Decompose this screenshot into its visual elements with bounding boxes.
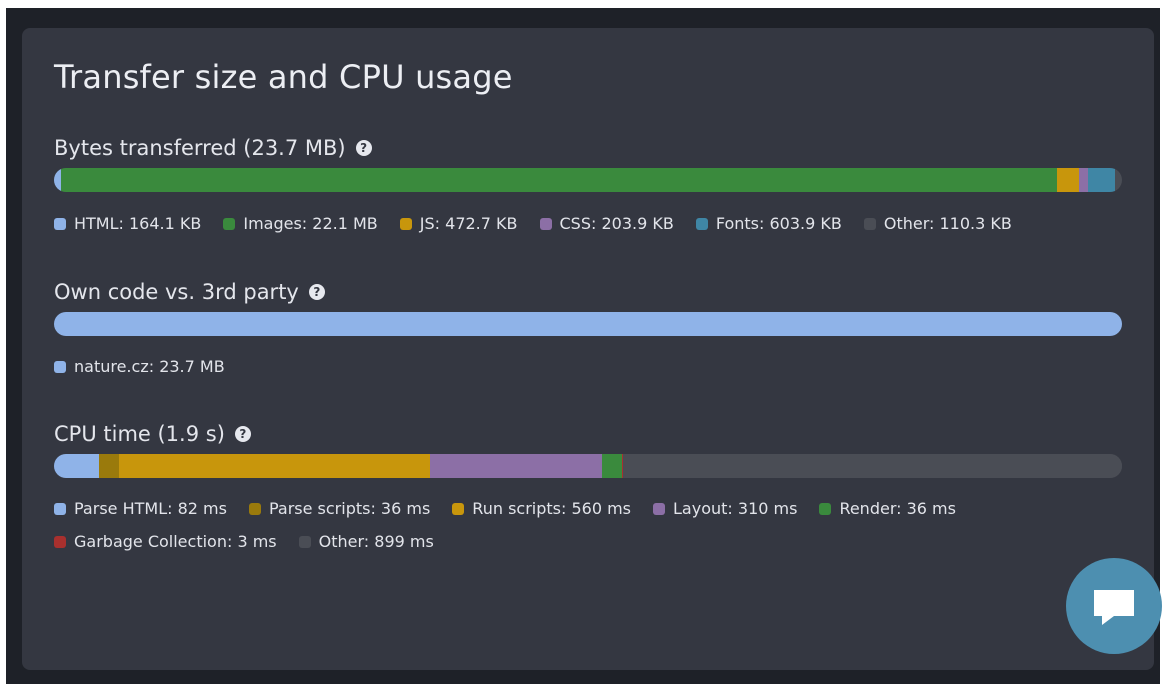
legend-text: Other: 110.3 KB: [883, 214, 1012, 233]
legend-swatch: [653, 502, 666, 515]
bytes-bar-segment: [61, 168, 1058, 192]
legend-text: Layout: 310 ms: [673, 499, 798, 518]
stats-card: [22, 28, 1154, 670]
legend-swatch: [695, 217, 708, 230]
bytes-bar-segment: [1057, 168, 1079, 192]
question-circle-icon[interactable]: ?: [355, 140, 372, 156]
card-title: Transfer size and CPU usage: [54, 58, 513, 96]
legend-text: CSS: 203.9 KB: [559, 214, 674, 233]
legend-text: Images: 22.1 MB: [243, 214, 378, 233]
legend-text: Parse scripts: 36 ms: [268, 499, 431, 518]
legend-swatch: [54, 360, 66, 373]
bytes-section-label: Bytes transferred (23.7 MB) ?: [54, 136, 372, 160]
bytes-legend-item: Images: 22.1 MB: [223, 214, 378, 233]
party-bar: [54, 312, 1122, 336]
bytes-bar-segment: [1087, 168, 1115, 192]
bytes-legend-item: JS: 472.7 KB: [399, 214, 518, 233]
legend-swatch: [539, 217, 552, 230]
legend-swatch: [399, 217, 412, 230]
bytes-legend-item: HTML: 164.1 KB: [54, 214, 201, 233]
cpu-bar-segment: [429, 454, 602, 478]
cpu-bar: [54, 454, 1122, 478]
legend-swatch: [452, 502, 465, 515]
cpu-section-label: CPU time (1.9 s) ?: [54, 422, 251, 446]
cpu-legend-item: Parse HTML: 82 ms: [54, 499, 227, 518]
cpu-bar-segment: [119, 454, 430, 478]
bytes-legend-item: Other: 110.3 KB: [863, 214, 1012, 233]
legend-swatch: [863, 217, 876, 230]
cpu-legend-item: Layout: 310 ms: [653, 499, 797, 518]
cpu-bar-segment: [623, 454, 1122, 478]
question-circle-icon[interactable]: ?: [234, 426, 251, 442]
bytes-legend-item: CSS: 203.9 KB: [539, 214, 674, 233]
bytes-section-title: Bytes transferred (23.7 MB): [54, 136, 346, 160]
legend-text: HTML: 164.1 KB: [74, 214, 202, 233]
legend-text: Fonts: 603.9 KB: [715, 214, 842, 233]
cpu-legend-item: Run scripts: 560 ms: [452, 499, 631, 518]
legend-swatch: [223, 217, 236, 230]
legend-text: nature.cz: 23.7 MB: [74, 357, 225, 376]
cpu-bar-segment: [54, 454, 100, 478]
bytes-legend-item: Fonts: 603.9 KB: [695, 214, 842, 233]
legend-text: Parse HTML: 82 ms: [74, 499, 227, 518]
legend-swatch: [298, 535, 311, 548]
bytes-legend: HTML: 164.1 KB Images: 22.1 MB JS: 472.7 K…: [54, 214, 1124, 233]
bytes-bar-segment: [1078, 168, 1088, 192]
legend-swatch: [54, 502, 66, 515]
cpu-bar-segment: [99, 454, 120, 478]
cpu-legend: Parse HTML: 82 ms Parse scripts: 36 ms Run…: [54, 499, 1124, 551]
question-circle-icon[interactable]: ?: [308, 284, 325, 300]
legend-text: Run scripts: 560 ms: [472, 499, 632, 518]
legend-text: JS: 472.7 KB: [419, 214, 518, 233]
party-legend: nature.cz: 23.7 MB: [54, 357, 1124, 376]
chat-button[interactable]: [1066, 558, 1162, 654]
cpu-legend-item: Other: 899 ms: [298, 532, 434, 551]
bytes-bar: [54, 168, 1122, 192]
cpu-bar-segment: [601, 454, 622, 478]
legend-text: Garbage Collection: 3 ms: [74, 532, 277, 551]
legend-swatch: [54, 217, 66, 230]
cpu-legend-item: Parse scripts: 36 ms: [248, 499, 431, 518]
legend-swatch: [248, 502, 261, 515]
party-section-label: Own code vs. 3rd party ?: [54, 280, 325, 304]
party-bar-segment: [54, 312, 1122, 336]
cpu-legend-item: Render: 36 ms: [819, 499, 956, 518]
chat-bubble-icon: [1094, 590, 1134, 625]
legend-text: Other: 899 ms: [318, 532, 434, 551]
party-section-title: Own code vs. 3rd party: [54, 280, 299, 304]
legend-swatch: [54, 535, 66, 548]
legend-text: Render: 36 ms: [839, 499, 956, 518]
legend-swatch: [819, 502, 832, 515]
party-legend-item: nature.cz: 23.7 MB: [54, 357, 225, 376]
cpu-section-title: CPU time (1.9 s): [54, 422, 225, 446]
cpu-legend-item: Garbage Collection: 3 ms: [54, 532, 277, 551]
